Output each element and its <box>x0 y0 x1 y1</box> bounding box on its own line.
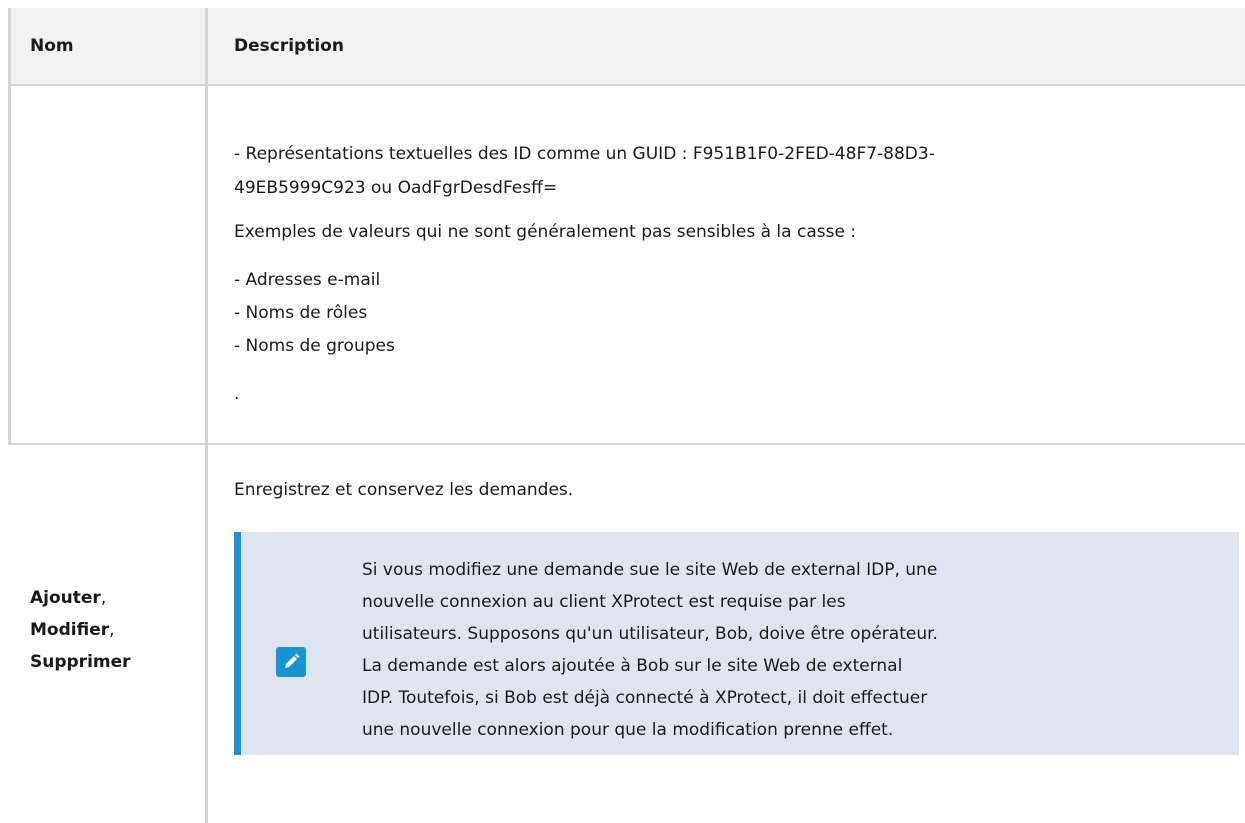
row1-line-2: 49EB5999C923 ou OadFgrDesdFesff= <box>234 178 558 198</box>
note-accent-bar <box>234 532 241 755</box>
separator: , <box>109 620 115 640</box>
row1-line-5: - Noms de rôles <box>234 303 368 323</box>
note-line: utilisateurs. Supposons qu'un utilisateu… <box>362 624 938 644</box>
add-label: Ajouter <box>30 588 101 608</box>
note-line: une nouvelle connexion pour que la modif… <box>362 720 894 740</box>
note-line: nouvelle connexion au client XProtect es… <box>362 592 846 612</box>
table-header <box>8 8 1245 84</box>
delete-label: Supprimer <box>30 652 131 672</box>
row1-line-4: - Adresses e-mail <box>234 270 381 290</box>
column-divider <box>205 8 208 823</box>
row1-line-3: Exemples de valeurs qui ne sont générale… <box>234 222 857 242</box>
separator: , <box>100 588 107 608</box>
row1-line-1: - Représentations textuelles des ID comm… <box>234 144 935 164</box>
note-line: IDP. Toutefois, si Bob est déjà connecté… <box>362 688 928 708</box>
pencil-note-icon <box>276 647 306 677</box>
row1-line-7: . <box>234 384 240 404</box>
table-left-border <box>8 8 11 445</box>
header-divider <box>8 84 1245 86</box>
header-name: Nom <box>30 36 74 56</box>
note-text: Si vous modifiez une demande sue le site… <box>362 554 938 746</box>
row2-name: Ajouter, Modifier, Supprimer <box>30 582 131 678</box>
modify-label: Modifier <box>30 620 110 640</box>
note-line: La demande est alors ajoutée à Bob sur l… <box>362 656 903 676</box>
header-description: Description <box>234 36 344 56</box>
row1-line-6: - Noms de groupes <box>234 336 395 356</box>
row-divider <box>8 443 1245 445</box>
description-table: Nom Description - Représentations textue… <box>8 8 1245 823</box>
note-line: Si vous modifiez une demande sue le site… <box>362 560 938 580</box>
note-box: Si vous modifiez une demande sue le site… <box>234 532 1239 755</box>
row2-intro: Enregistrez et conservez les demandes. <box>234 480 574 500</box>
